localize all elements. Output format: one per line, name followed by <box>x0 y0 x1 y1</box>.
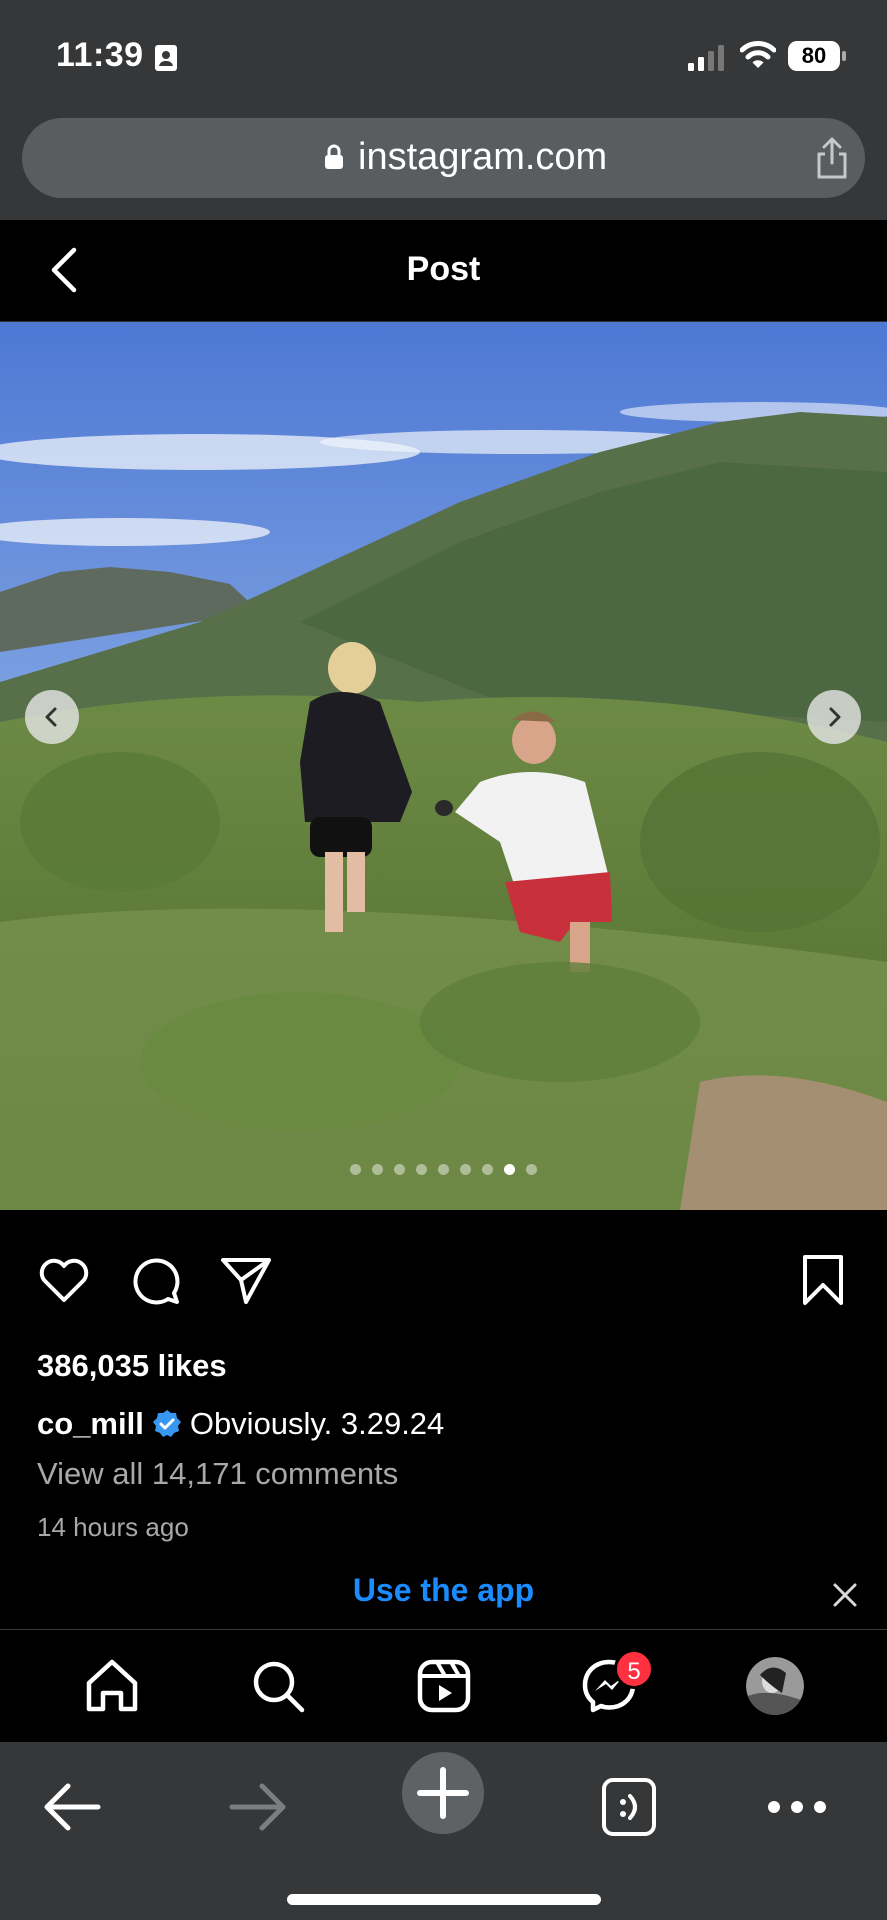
home-icon[interactable] <box>83 1657 141 1715</box>
carousel-dot <box>460 1164 471 1175</box>
username[interactable]: co_mill <box>37 1406 144 1442</box>
post-timestamp: 14 hours ago <box>37 1512 189 1542</box>
status-bar: 11:39 80 <box>0 0 887 110</box>
photo-proposal-on-hillside <box>0 322 887 1210</box>
verified-badge-icon <box>152 1410 181 1437</box>
battery-tip <box>842 51 846 61</box>
carousel-dot <box>438 1164 449 1175</box>
view-all-comments-link[interactable]: View all 14,171 comments <box>37 1456 398 1492</box>
page-title: Post <box>406 250 481 288</box>
messages-badge: 5 <box>614 1649 654 1689</box>
home-indicator <box>287 1894 601 1905</box>
caption-text: Obviously. 3.29.24 <box>189 1406 445 1441</box>
address-bar[interactable]: instagram.com <box>22 118 865 198</box>
post-caption: co_mill Obviously. 3.29.24 <box>37 1406 444 1442</box>
chevron-left-icon <box>45 707 57 727</box>
battery-level: 80 <box>788 41 840 71</box>
likes-count[interactable]: 386,035 likes <box>37 1348 227 1384</box>
use-the-app-link[interactable]: Use the app <box>0 1572 887 1609</box>
carousel-dot <box>372 1164 383 1175</box>
use-app-banner: Use the app <box>0 1560 887 1630</box>
share-icon[interactable] <box>814 136 850 180</box>
carousel-dot <box>350 1164 361 1175</box>
heart-icon[interactable] <box>36 1252 92 1308</box>
tabs-icon[interactable] <box>594 1772 664 1842</box>
carousel-dots <box>0 1164 887 1175</box>
carousel-next-button[interactable] <box>807 690 861 744</box>
signal-icon <box>688 45 724 71</box>
reels-icon[interactable] <box>415 1657 473 1715</box>
instagram-bottom-nav: 5 <box>0 1631 887 1742</box>
forward-arrow-icon[interactable] <box>222 1772 292 1842</box>
post-header: Post <box>0 220 887 322</box>
back-arrow-icon[interactable] <box>38 1772 108 1842</box>
carousel-dot <box>416 1164 427 1175</box>
lock-icon <box>325 144 343 169</box>
send-icon[interactable] <box>218 1252 274 1308</box>
battery-icon: 80 <box>788 41 846 71</box>
search-icon[interactable] <box>249 1657 307 1715</box>
wifi-icon <box>740 41 776 68</box>
post-actions <box>0 1230 887 1330</box>
carousel-dot <box>394 1164 405 1175</box>
close-icon[interactable] <box>830 1580 860 1610</box>
profile-avatar[interactable] <box>746 1657 804 1715</box>
new-tab-plus-icon[interactable] <box>402 1752 484 1834</box>
contact-card-icon <box>155 45 177 71</box>
carousel-prev-button[interactable] <box>25 690 79 744</box>
more-icon[interactable] <box>762 1772 832 1842</box>
carousel-dot <box>482 1164 493 1175</box>
carousel-dot <box>526 1164 537 1175</box>
chevron-right-icon <box>829 707 841 727</box>
status-time: 11:39 <box>56 36 144 74</box>
post-image[interactable] <box>0 322 887 1210</box>
safari-toolbar <box>0 1742 887 1920</box>
browser-url-area: instagram.com <box>0 110 887 220</box>
bookmark-icon[interactable] <box>795 1252 851 1308</box>
comment-icon[interactable] <box>127 1252 183 1308</box>
carousel-dot-active <box>504 1164 515 1175</box>
url-text: instagram.com <box>358 136 608 178</box>
